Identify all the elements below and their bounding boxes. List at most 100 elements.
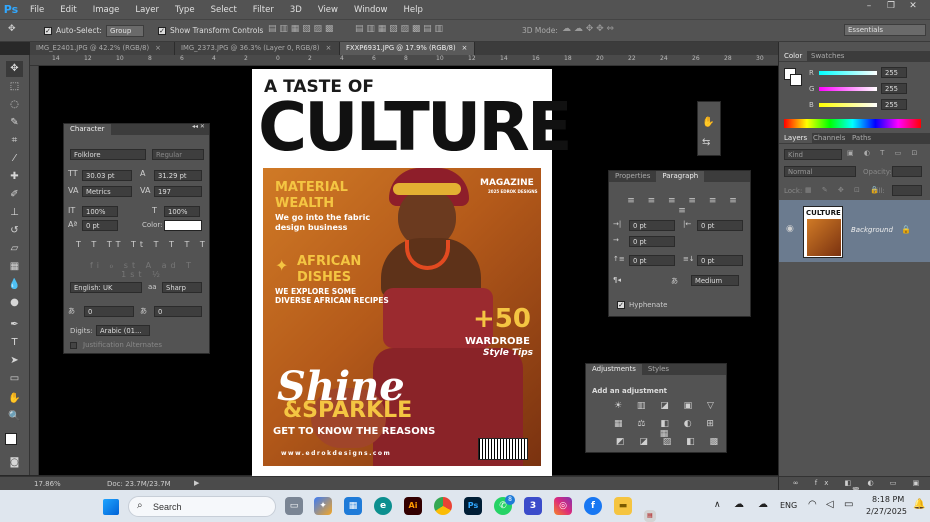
channel-b-value[interactable]: 255 (881, 99, 907, 110)
auto-select-dropdown[interactable]: Group (106, 25, 144, 37)
taskbar-search[interactable]: ⌕ Search (128, 496, 276, 517)
lock-icons[interactable]: ▦ ✎ ✥ ⊡ 🔒 (805, 186, 883, 194)
tab-adjustments[interactable]: Adjustments (586, 364, 642, 375)
dodge-tool-icon[interactable]: ● (6, 295, 23, 311)
menu-view[interactable]: View (310, 5, 346, 15)
tab-styles[interactable]: Styles (642, 364, 675, 375)
close-icon[interactable]: ✕ (902, 0, 924, 12)
crop-tool-icon[interactable]: ⌗ (6, 133, 23, 149)
workspace-dropdown[interactable]: Essentials (844, 24, 926, 36)
3d-mode-icons[interactable]: ☁ ☁ ✥ ✥ ⇔ (562, 24, 614, 34)
eyedropper-tool-icon[interactable]: ⁄ (6, 151, 23, 167)
font-size-field[interactable]: 30.03 pt (82, 170, 132, 181)
app-icon[interactable]: 3 (524, 497, 542, 515)
pen-tool-icon[interactable]: ✒ (6, 317, 23, 333)
task-view-icon[interactable]: ▭ (285, 497, 303, 515)
indent-right-field[interactable]: 0 pt (697, 220, 743, 231)
clock-time[interactable]: 8:18 PM (872, 495, 904, 504)
photoshop-taskbar-icon[interactable]: Ps (464, 497, 482, 515)
vertical-scale-field[interactable]: 100% (82, 206, 118, 217)
doc-tab-active[interactable]: FXXP6931.JPG @ 17.9% (RGB/8) × (340, 42, 475, 55)
alignment-buttons[interactable]: ≡ ≡ ≡ ≡ ≡ ≡ ≡ (619, 196, 750, 216)
antialias-dropdown[interactable]: Sharp (162, 282, 202, 293)
extra-app-icon[interactable]: ▤ (644, 510, 656, 522)
adjustment-icons-row2[interactable]: ▦ ⚖ ◧ ◐ ⊞ ▦ (608, 419, 726, 439)
menu-file[interactable]: File (22, 5, 52, 15)
visibility-eye-icon[interactable]: ◉ (786, 224, 794, 234)
layer-name[interactable]: Background (851, 226, 893, 234)
tracking-field[interactable]: 197 (154, 186, 202, 197)
language-indicator[interactable]: ENG (780, 501, 797, 510)
tab-layers[interactable]: Layers (779, 133, 813, 143)
layer-filter-dropdown[interactable]: Kind (784, 149, 842, 160)
fill-field[interactable] (892, 185, 922, 196)
blend-mode-dropdown[interactable]: Normal (784, 166, 856, 177)
composer-dropdown[interactable]: Medium (691, 275, 739, 286)
close-tab-icon[interactable]: × (326, 44, 332, 52)
notification-bell-icon[interactable]: 🔔 (913, 499, 925, 510)
start-button[interactable] (103, 499, 119, 515)
opentype-buttons[interactable]: fi ℴ st A ad T 1st ½ (76, 261, 209, 279)
opacity-field[interactable] (892, 166, 922, 177)
slider-g[interactable] (819, 87, 877, 91)
leading-field[interactable]: 31.29 pt (154, 170, 202, 181)
color-spectrum[interactable] (784, 119, 921, 128)
space-before-field[interactable]: 0 pt (629, 255, 675, 266)
copilot-icon[interactable]: ✦ (314, 497, 332, 515)
hyphenate-checkbox[interactable]: ✓ (617, 301, 625, 309)
stamp-tool-icon[interactable]: ⊥ (6, 205, 23, 221)
cloud-icon[interactable]: ☁ (734, 499, 744, 510)
tab-properties[interactable]: Properties (609, 171, 656, 182)
onedrive-icon[interactable]: ☁ (758, 499, 768, 510)
menu-3d[interactable]: 3D (282, 5, 310, 15)
illustrator-icon[interactable]: Ai (404, 497, 422, 515)
transform-controls-checkbox[interactable]: ✓ (158, 27, 166, 35)
blur-tool-icon[interactable]: 💧 (6, 277, 23, 293)
language-dropdown[interactable]: English: UK (70, 282, 142, 293)
clock-date[interactable]: 2/27/2025 (866, 507, 907, 516)
digits-dropdown[interactable]: Arabic (01... (96, 325, 150, 336)
text-color-swatch[interactable] (164, 220, 202, 231)
first-line-field[interactable]: 0 pt (629, 236, 675, 247)
foreground-color-swatch[interactable] (5, 433, 17, 445)
eraser-tool-icon[interactable]: ▱ (6, 241, 23, 257)
layer-row-background[interactable]: ◉ CULTURE Background 🔒 (779, 200, 930, 262)
zoom-tool-icon[interactable]: 🔍 (6, 409, 23, 425)
space-after-field[interactable]: 0 pt (697, 255, 743, 266)
move-tool-icon[interactable]: ✥ (8, 24, 16, 34)
font-style-dropdown[interactable]: Regular (152, 149, 204, 160)
battery-icon[interactable]: ▭ (844, 499, 853, 510)
tab-color[interactable]: Color (779, 51, 808, 61)
chrome-icon[interactable] (434, 497, 452, 515)
restore-icon[interactable]: ❐ (880, 0, 902, 12)
store-icon[interactable]: ▦ (344, 497, 362, 515)
tab-swatches[interactable]: Swatches (811, 52, 844, 60)
close-tab-icon[interactable]: × (462, 44, 468, 52)
facebook-icon[interactable]: f (584, 497, 602, 515)
menu-filter[interactable]: Filter (245, 5, 282, 15)
type-tool-icon[interactable]: T (6, 335, 23, 351)
tab-paragraph[interactable]: Paragraph (656, 171, 705, 182)
channel-r-value[interactable]: 255 (881, 67, 907, 78)
gradient-tool-icon[interactable]: ▦ (6, 259, 23, 275)
auto-select-checkbox[interactable]: ✓ (44, 27, 52, 35)
tray-chevron-icon[interactable]: ∧ (714, 500, 721, 510)
lasso-tool-icon[interactable]: ◌ (6, 97, 23, 113)
doc-tab[interactable]: IMG_E2401.JPG @ 42.2% (RGB/8) × (30, 42, 175, 55)
field-a[interactable]: 0 (84, 306, 134, 317)
collapse-icon[interactable]: ◂◂ ✕ (192, 123, 205, 130)
adjustment-icons-row1[interactable]: ☀ ▥ ◪ ▣ ▽ (614, 401, 720, 411)
instagram-icon[interactable]: ◎ (554, 497, 572, 515)
brush-tool-icon[interactable]: ✐ (6, 187, 23, 203)
shape-tool-icon[interactable]: ▭ (6, 371, 23, 387)
baseline-field[interactable]: 0 pt (82, 220, 118, 231)
path-select-icon[interactable]: ➤ (6, 353, 23, 369)
tab-character[interactable]: Character (64, 124, 111, 135)
align-icons[interactable]: ▤ ▥ ▦ ▧ ▨ ▩ (268, 24, 333, 34)
hand-tool-icon[interactable]: ✋ (6, 391, 23, 407)
tab-channels[interactable]: Channels (813, 134, 845, 142)
menu-image[interactable]: Image (85, 5, 128, 15)
adjustment-icons-row3[interactable]: ◩ ◪ ▨ ◧ ▩ (616, 437, 724, 447)
minimize-icon[interactable]: – (858, 0, 880, 12)
menu-edit[interactable]: Edit (52, 5, 84, 15)
